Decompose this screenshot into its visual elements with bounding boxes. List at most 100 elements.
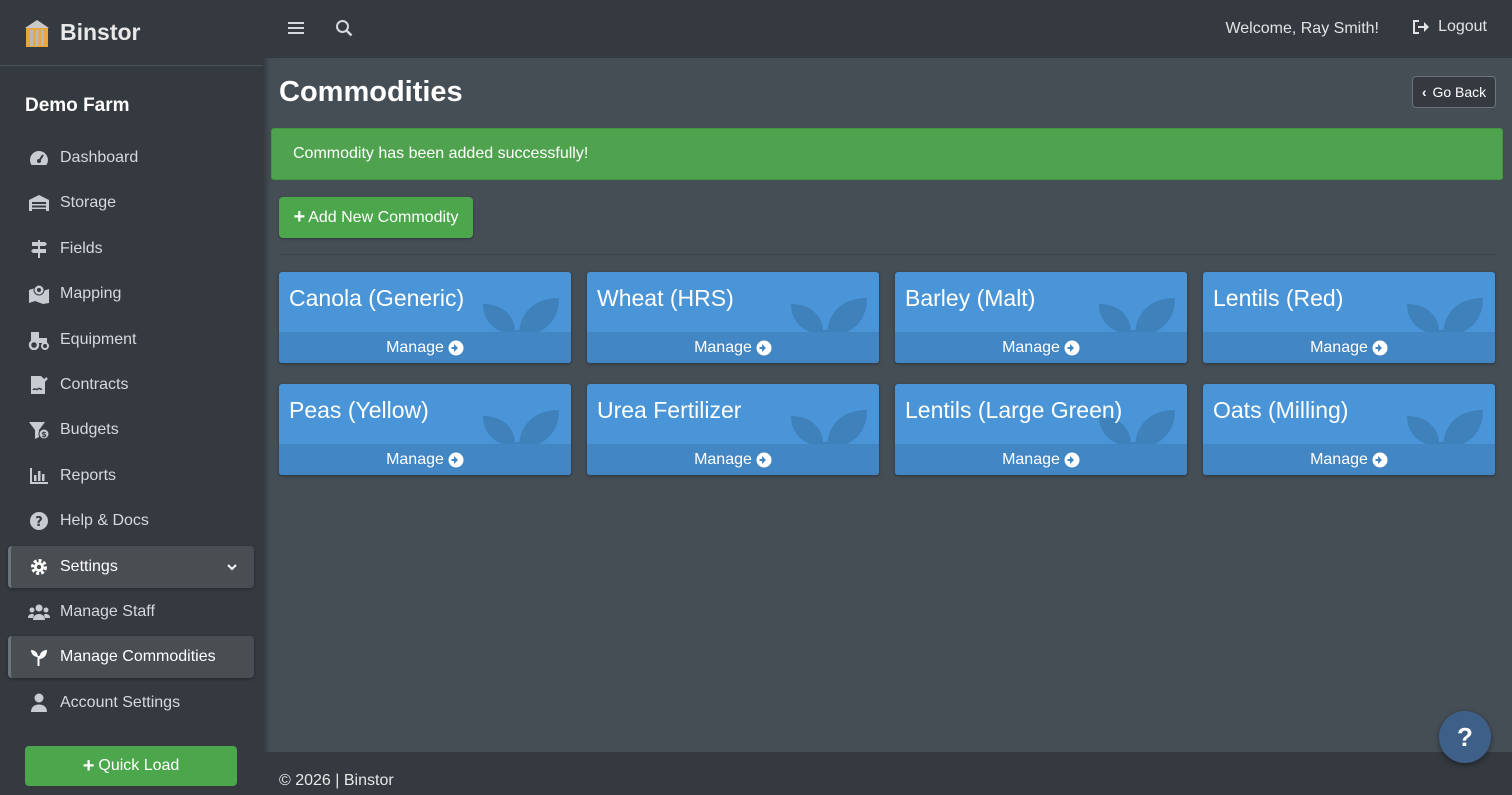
manage-link[interactable]: Manage [895, 332, 1187, 363]
svg-text:$: $ [41, 430, 47, 439]
hamburger-menu-icon[interactable] [287, 19, 305, 42]
arrow-circle-right-icon [756, 340, 772, 355]
arrow-circle-right-icon [1064, 452, 1080, 467]
go-back-button[interactable]: ‹ Go Back [1412, 76, 1496, 108]
sidebar-item-fields[interactable]: Fields [8, 228, 254, 270]
sidebar-item-label: Budgets [60, 421, 119, 439]
user-icon [28, 693, 50, 713]
commodity-name: Lentils (Red) [1213, 285, 1344, 311]
help-fab-label: ? [1457, 721, 1473, 752]
sidebar-item-label: Equipment [60, 330, 137, 348]
manage-link[interactable]: Manage [279, 444, 571, 475]
gear-icon [28, 557, 50, 577]
commodity-card[interactable]: Oats (Milling) Manage [1203, 384, 1495, 475]
commodity-name: Barley (Malt) [905, 285, 1036, 311]
commodity-name: Wheat (HRS) [597, 285, 734, 311]
sidebar-item-contracts[interactable]: Contracts [8, 364, 254, 406]
sidebar-item-account-settings[interactable]: Account Settings [8, 682, 254, 724]
go-back-label: Go Back [1432, 84, 1487, 100]
grain-bin-logo-icon [25, 19, 49, 47]
success-alert: Commodity has been added successfully! [271, 128, 1503, 180]
manage-label: Manage [1310, 450, 1368, 468]
sidebar-item-label: Contracts [60, 375, 129, 393]
sidebar-item-equipment[interactable]: Equipment [8, 319, 254, 361]
sidebar: Binstor Demo Farm Dashboard Storage Fiel… [0, 0, 263, 795]
footer-text: © 2026 | Binstor [279, 772, 394, 789]
page-title: Commodities [279, 76, 463, 108]
quick-load-button[interactable]: + Quick Load [25, 746, 237, 786]
page-footer: © 2026 | Binstor [263, 752, 1512, 795]
sidebar-item-label: Help & Docs [60, 512, 149, 530]
commodity-card[interactable]: Barley (Malt) Manage [895, 272, 1187, 363]
brand-link[interactable]: Binstor [0, 0, 263, 66]
map-pin-icon [28, 284, 50, 305]
commodity-name: Peas (Yellow) [289, 397, 429, 423]
divider [279, 254, 1496, 255]
manage-label: Manage [694, 338, 752, 356]
arrow-circle-right-icon [448, 340, 464, 355]
manage-link[interactable]: Manage [587, 332, 879, 363]
plus-icon: + [293, 206, 306, 228]
arrow-circle-right-icon [1372, 452, 1388, 467]
commodity-card[interactable]: Lentils (Large Green) Manage [895, 384, 1187, 475]
commodity-name: Lentils (Large Green) [905, 397, 1123, 423]
users-icon [28, 602, 50, 622]
sidebar-item-label: Manage Commodities [60, 648, 216, 666]
sidebar-item-manage-commodities[interactable]: Manage Commodities [8, 636, 254, 679]
commodity-card[interactable]: Urea Fertilizer Manage [587, 384, 879, 475]
sidebar-item-budgets[interactable]: $ Budgets [8, 409, 254, 451]
manage-label: Manage [386, 450, 444, 468]
chevron-left-icon: ‹ [1421, 84, 1427, 100]
add-new-commodity-button[interactable]: + Add New Commodity [279, 197, 473, 238]
svg-text:?: ? [35, 515, 43, 530]
manage-link[interactable]: Manage [587, 444, 879, 475]
arrow-circle-right-icon [1064, 340, 1080, 355]
sidebar-item-manage-staff[interactable]: Manage Staff [8, 591, 254, 633]
arrow-circle-right-icon [756, 452, 772, 467]
sign-out-icon [1413, 20, 1430, 34]
tractor-icon [28, 330, 50, 350]
funnel-dollar-icon: $ [28, 420, 50, 440]
sidebar-item-reports[interactable]: Reports [8, 455, 254, 497]
manage-label: Manage [694, 450, 752, 468]
help-floating-button[interactable]: ? [1439, 711, 1491, 763]
search-icon[interactable] [335, 19, 353, 42]
chevron-down-icon [226, 559, 238, 577]
manage-label: Manage [386, 338, 444, 356]
logout-label: Logout [1438, 18, 1487, 35]
arrow-circle-right-icon [448, 452, 464, 467]
sidebar-item-label: Settings [60, 557, 118, 575]
commodity-card[interactable]: Lentils (Red) Manage [1203, 272, 1495, 363]
quick-load-label: Quick Load [98, 757, 180, 774]
logout-link[interactable]: Logout [1412, 18, 1487, 36]
top-navbar: Welcome, Ray Smith! Logout [263, 0, 1512, 58]
plus-icon: + [82, 754, 95, 777]
manage-label: Manage [1310, 338, 1368, 356]
commodity-name: Urea Fertilizer [597, 397, 742, 423]
sidebar-item-label: Account Settings [60, 693, 181, 711]
sidebar-nav: Dashboard Storage Fields Mapping Equipme… [8, 137, 254, 727]
sidebar-item-label: Reports [60, 466, 117, 484]
commodity-name: Oats (Milling) [1213, 397, 1349, 423]
sidebar-item-storage[interactable]: Storage [8, 182, 254, 224]
sidebar-item-dashboard[interactable]: Dashboard [8, 137, 254, 179]
dashboard-gauge-icon [28, 148, 50, 168]
sidebar-item-mapping[interactable]: Mapping [8, 273, 254, 315]
farm-name: Demo Farm [25, 95, 130, 116]
signpost-icon [28, 239, 50, 259]
commodity-card[interactable]: Peas (Yellow) Manage [279, 384, 571, 475]
sidebar-item-label: Storage [60, 194, 117, 212]
sidebar-item-settings[interactable]: Settings [8, 545, 254, 588]
manage-link[interactable]: Manage [895, 444, 1187, 475]
sidebar-item-label: Dashboard [60, 149, 139, 166]
commodity-card[interactable]: Canola (Generic) Manage [279, 272, 571, 363]
commodity-name: Canola (Generic) [289, 285, 465, 311]
manage-link[interactable]: Manage [1203, 332, 1495, 363]
manage-link[interactable]: Manage [1203, 444, 1495, 475]
sidebar-item-label: Mapping [60, 285, 122, 303]
sidebar-item-label: Manage Staff [60, 602, 155, 620]
commodity-card[interactable]: Wheat (HRS) Manage [587, 272, 879, 363]
sidebar-item-help-docs[interactable]: ? Help & Docs [8, 500, 254, 542]
manage-label: Manage [1002, 450, 1060, 468]
manage-link[interactable]: Manage [279, 332, 571, 363]
